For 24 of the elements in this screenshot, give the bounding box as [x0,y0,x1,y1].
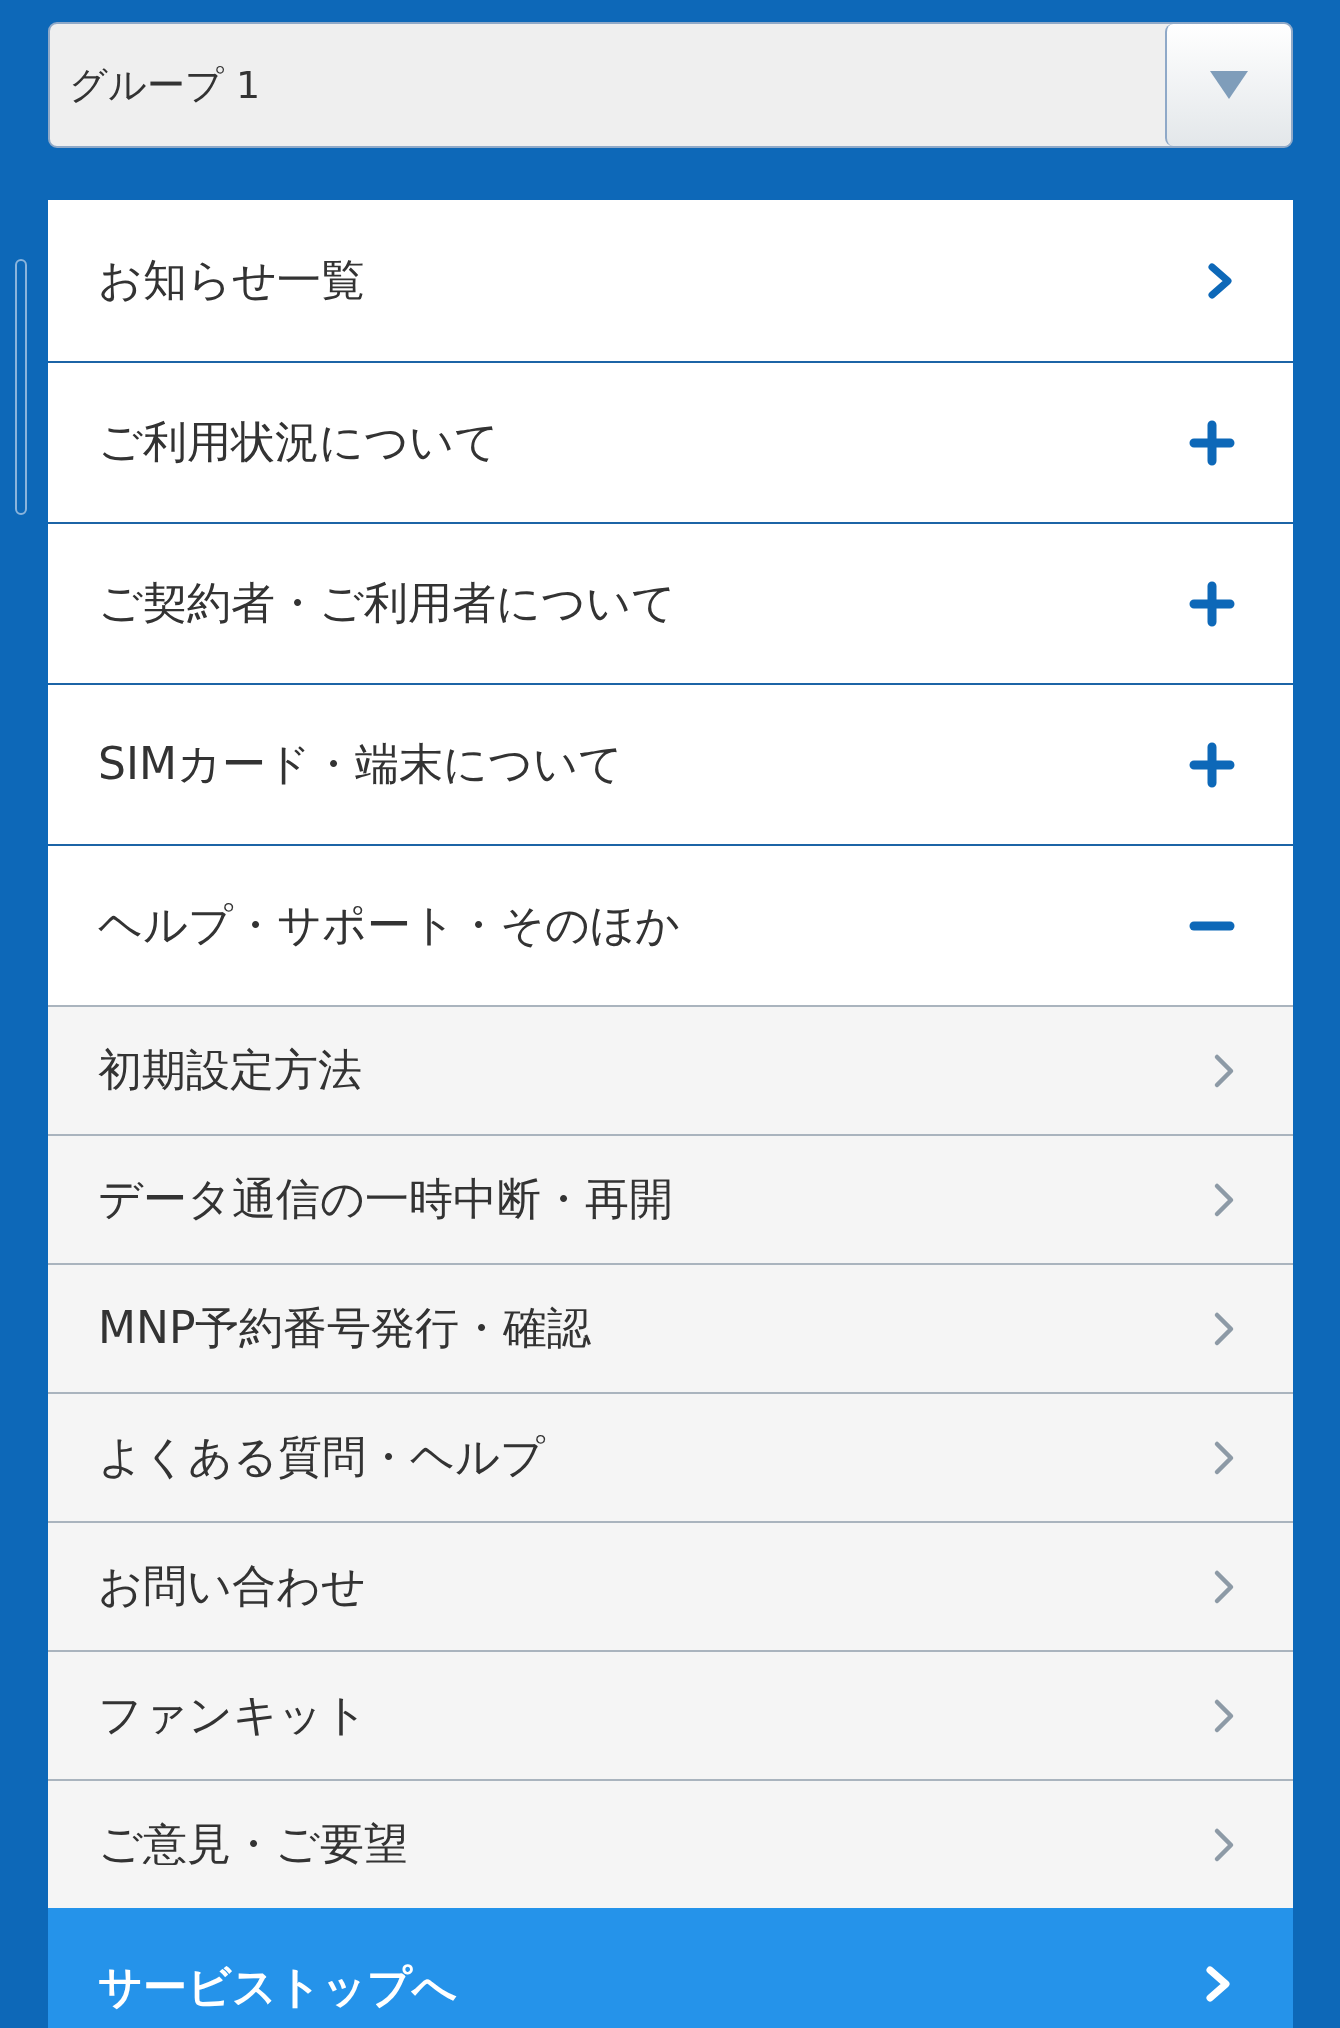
menu-item[interactable]: ヘルプ・サポート・そのほか [48,844,1293,1005]
chevron-right-icon [1205,260,1235,301]
chevron-right-icon [1213,1181,1235,1218]
submenu-item[interactable]: お問い合わせ [48,1521,1293,1650]
menu-item[interactable]: ご契約者・ご利用者について [48,522,1293,683]
submenu-item[interactable]: よくある質問・ヘルプ [48,1392,1293,1521]
caret-down-icon [1210,71,1248,99]
menu-item[interactable]: お知らせ一覧 [48,200,1293,361]
chevron-right-icon [1213,1052,1235,1089]
chevron-right-icon [1213,1439,1235,1476]
chevron-right-icon [1203,1964,1233,2004]
menu-item[interactable]: SIMカード・端末について [48,683,1293,844]
chevron-right-icon [1213,1310,1235,1347]
menu-item[interactable]: ご利用状況について [48,361,1293,522]
group-dropdown[interactable]: グループ 1 [48,22,1293,148]
submenu-item[interactable]: ご意見・ご要望 [48,1779,1293,1908]
submenu-item[interactable]: MNP予約番号発行・確認 [48,1263,1293,1392]
chevron-right-icon [1213,1568,1235,1605]
submenu-item[interactable]: ファンキット [48,1650,1293,1779]
dropdown-button[interactable] [1165,24,1291,146]
chevron-right-icon [1213,1826,1235,1863]
chevron-right-icon [1213,1697,1235,1734]
submenu-item[interactable]: データ通信の一時中断・再開 [48,1134,1293,1263]
submenu-item[interactable]: 初期設定方法 [48,1005,1293,1134]
